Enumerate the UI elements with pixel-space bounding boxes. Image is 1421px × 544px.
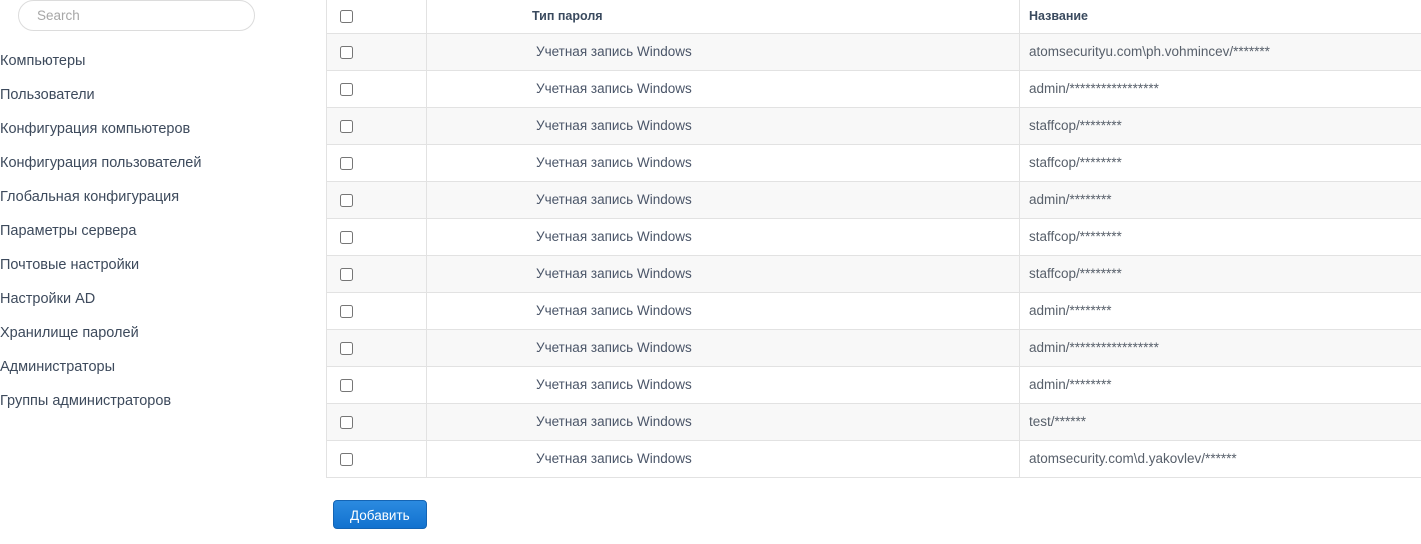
row-name: staffcop/******** — [1019, 218, 1421, 256]
row-checkbox[interactable] — [340, 230, 353, 244]
row-name: admin/***************** — [1019, 329, 1421, 367]
table-row[interactable]: Учетная запись Windows admin/***********… — [326, 329, 1421, 367]
sidebar-item-administrators[interactable]: Администраторы — [0, 350, 320, 384]
row-select-cell — [326, 255, 427, 293]
row-checkbox[interactable] — [340, 45, 353, 59]
sidebar-item-server-params[interactable]: Параметры сервера — [0, 214, 320, 248]
row-type: Учетная запись Windows — [426, 70, 1020, 108]
row-type: Учетная запись Windows — [426, 403, 1020, 441]
select-all-header — [326, 0, 427, 34]
row-checkbox[interactable] — [340, 119, 353, 133]
row-checkbox[interactable] — [340, 304, 353, 318]
sidebar-item-admin-groups[interactable]: Группы администраторов — [0, 384, 320, 418]
table-row[interactable]: Учетная запись Windows atomsecurityu.com… — [326, 33, 1421, 71]
row-checkbox[interactable] — [340, 82, 353, 96]
row-select-cell — [326, 107, 427, 145]
search-input[interactable] — [18, 0, 255, 31]
column-header-type[interactable]: Тип пароля — [426, 0, 1020, 34]
row-name: staffcop/******** — [1019, 144, 1421, 182]
table-row[interactable]: Учетная запись Windows staffcop/******** — [326, 255, 1421, 293]
row-name: staffcop/******** — [1019, 255, 1421, 293]
sidebar-item-computers[interactable]: Компьютеры — [0, 44, 320, 78]
row-type: Учетная запись Windows — [426, 292, 1020, 330]
row-type: Учетная запись Windows — [426, 107, 1020, 145]
row-select-cell — [326, 181, 427, 219]
row-checkbox[interactable] — [340, 156, 353, 170]
row-type: Учетная запись Windows — [426, 218, 1020, 256]
select-all-checkbox[interactable] — [340, 10, 353, 24]
search-container — [18, 0, 255, 31]
row-checkbox[interactable] — [340, 452, 353, 466]
sidebar-nav: Компьютеры Пользователи Конфигурация ком… — [0, 44, 320, 418]
table-body: Учетная запись Windows atomsecurityu.com… — [326, 33, 1421, 478]
row-checkbox[interactable] — [340, 341, 353, 355]
sidebar-item-computer-config[interactable]: Конфигурация компьютеров — [0, 112, 320, 146]
table-row[interactable]: Учетная запись Windows admin/******** — [326, 181, 1421, 219]
row-checkbox[interactable] — [340, 378, 353, 392]
row-select-cell — [326, 292, 427, 330]
passwords-table-container: Тип пароля Название Учетная запись Windo… — [326, 0, 1421, 544]
row-checkbox[interactable] — [340, 193, 353, 207]
sidebar-item-mail-settings[interactable]: Почтовые настройки — [0, 248, 320, 282]
row-checkbox[interactable] — [340, 415, 353, 429]
table-header: Тип пароля Название — [326, 0, 1421, 34]
passwords-table: Тип пароля Название Учетная запись Windo… — [326, 0, 1421, 478]
table-row[interactable]: Учетная запись Windows admin/******** — [326, 366, 1421, 404]
row-select-cell — [326, 329, 427, 367]
table-row[interactable]: Учетная запись Windows staffcop/******** — [326, 144, 1421, 182]
row-name: admin/******** — [1019, 366, 1421, 404]
password-vault-page: Компьютеры Пользователи Конфигурация ком… — [0, 0, 1421, 544]
table-header-row: Тип пароля Название — [326, 0, 1421, 34]
row-select-cell — [326, 33, 427, 71]
sidebar: Компьютеры Пользователи Конфигурация ком… — [0, 0, 320, 544]
table-row[interactable]: Учетная запись Windows admin/******** — [326, 292, 1421, 330]
row-type: Учетная запись Windows — [426, 329, 1020, 367]
row-select-cell — [326, 70, 427, 108]
add-button[interactable]: Добавить — [333, 500, 427, 529]
row-select-cell — [326, 218, 427, 256]
row-checkbox[interactable] — [340, 267, 353, 281]
table-row[interactable]: Учетная запись Windows staffcop/******** — [326, 218, 1421, 256]
table-row[interactable]: Учетная запись Windows admin/***********… — [326, 70, 1421, 108]
sidebar-item-global-config[interactable]: Глобальная конфигурация — [0, 180, 320, 214]
row-name: atomsecurityu.com\ph.vohmincev/******* — [1019, 33, 1421, 71]
row-select-cell — [326, 366, 427, 404]
table-row[interactable]: Учетная запись Windows test/****** — [326, 403, 1421, 441]
row-type: Учетная запись Windows — [426, 255, 1020, 293]
row-type: Учетная запись Windows — [426, 181, 1020, 219]
sidebar-item-user-config[interactable]: Конфигурация пользователей — [0, 146, 320, 180]
row-type: Учетная запись Windows — [426, 366, 1020, 404]
row-name: admin/******** — [1019, 181, 1421, 219]
row-name: atomsecurity.com\d.yakovlev/****** — [1019, 440, 1421, 478]
table-row[interactable]: Учетная запись Windows staffcop/******** — [326, 107, 1421, 145]
row-name: admin/******** — [1019, 292, 1421, 330]
row-name: test/****** — [1019, 403, 1421, 441]
sidebar-item-password-vault[interactable]: Хранилище паролей — [0, 316, 320, 350]
table-actions: Добавить — [333, 500, 427, 529]
row-select-cell — [326, 144, 427, 182]
row-type: Учетная запись Windows — [426, 144, 1020, 182]
row-select-cell — [326, 403, 427, 441]
row-name: admin/***************** — [1019, 70, 1421, 108]
row-name: staffcop/******** — [1019, 107, 1421, 145]
sidebar-item-users[interactable]: Пользователи — [0, 78, 320, 112]
row-type: Учетная запись Windows — [426, 440, 1020, 478]
column-header-name[interactable]: Название — [1019, 0, 1421, 34]
table-row[interactable]: Учетная запись Windows atomsecurity.com\… — [326, 440, 1421, 478]
row-select-cell — [326, 440, 427, 478]
sidebar-item-ad-settings[interactable]: Настройки AD — [0, 282, 320, 316]
row-type: Учетная запись Windows — [426, 33, 1020, 71]
